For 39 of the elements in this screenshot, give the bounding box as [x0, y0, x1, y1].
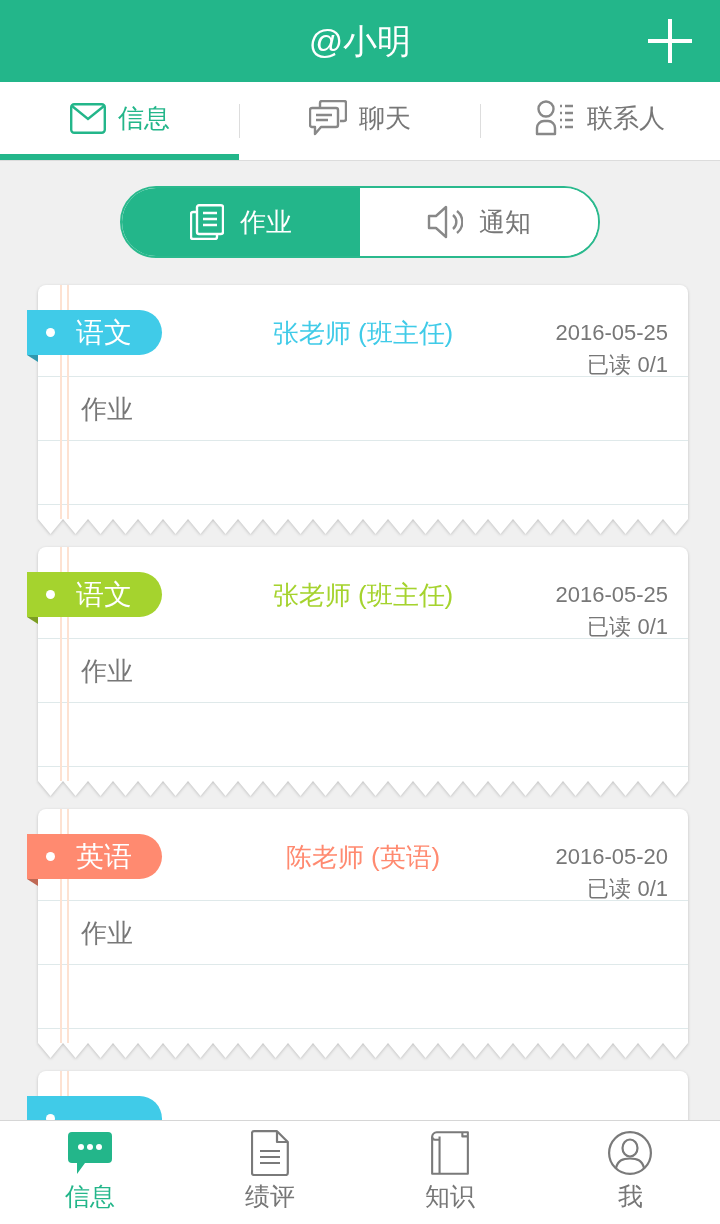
mail-icon: [69, 102, 106, 134]
message-text: 作业: [81, 916, 133, 949]
nav-item[interactable]: 知识: [360, 1121, 540, 1224]
subject-label: 英语: [76, 839, 132, 874]
contacts-icon: [535, 100, 576, 136]
date-text: 2016-05-20: [555, 843, 668, 871]
nav-item[interactable]: 我: [540, 1121, 720, 1224]
chat-bubble-icon: [68, 1132, 112, 1174]
plus-icon: [648, 19, 692, 63]
read-status: 已读 0/1: [587, 877, 668, 901]
date-text: 2016-05-25: [555, 581, 668, 609]
teacher-name: 陈老师 (英语): [285, 841, 441, 872]
date-text: 2016-05-25: [555, 319, 668, 347]
message-text: 作业: [81, 654, 133, 687]
nav-label: 信息: [65, 1181, 115, 1211]
tab[interactable]: 信息: [0, 82, 240, 160]
nav-label: 知识: [425, 1181, 475, 1211]
segment-tab[interactable]: 作业: [122, 188, 360, 256]
user-icon: [608, 1131, 652, 1175]
read-status: 已读 0/1: [587, 353, 668, 377]
nav-item[interactable]: 信息: [0, 1121, 180, 1224]
nav-item[interactable]: 绩评: [180, 1121, 360, 1224]
book-icon: [431, 1131, 469, 1175]
teacher-name: 张老师 (班主任): [272, 579, 454, 610]
message-text: 作业: [81, 392, 133, 425]
speaker-icon: [427, 205, 463, 239]
page-title: @小明: [308, 21, 412, 61]
read-status: 已读 0/1: [587, 615, 668, 639]
nav-label: 绩评: [245, 1181, 295, 1211]
subject-label: 语文: [76, 315, 132, 350]
tab[interactable]: 联系人: [480, 82, 720, 160]
chat-bubbles-icon: [309, 100, 347, 136]
document-icon: [251, 1130, 289, 1176]
teacher-name: 张老师 (班主任): [272, 317, 454, 348]
tab[interactable]: 聊天: [240, 82, 480, 160]
nav-label: 我: [617, 1181, 643, 1211]
add-button[interactable]: [646, 17, 694, 65]
subject-label: 语文: [76, 577, 132, 612]
document-stack-icon: [190, 204, 224, 240]
